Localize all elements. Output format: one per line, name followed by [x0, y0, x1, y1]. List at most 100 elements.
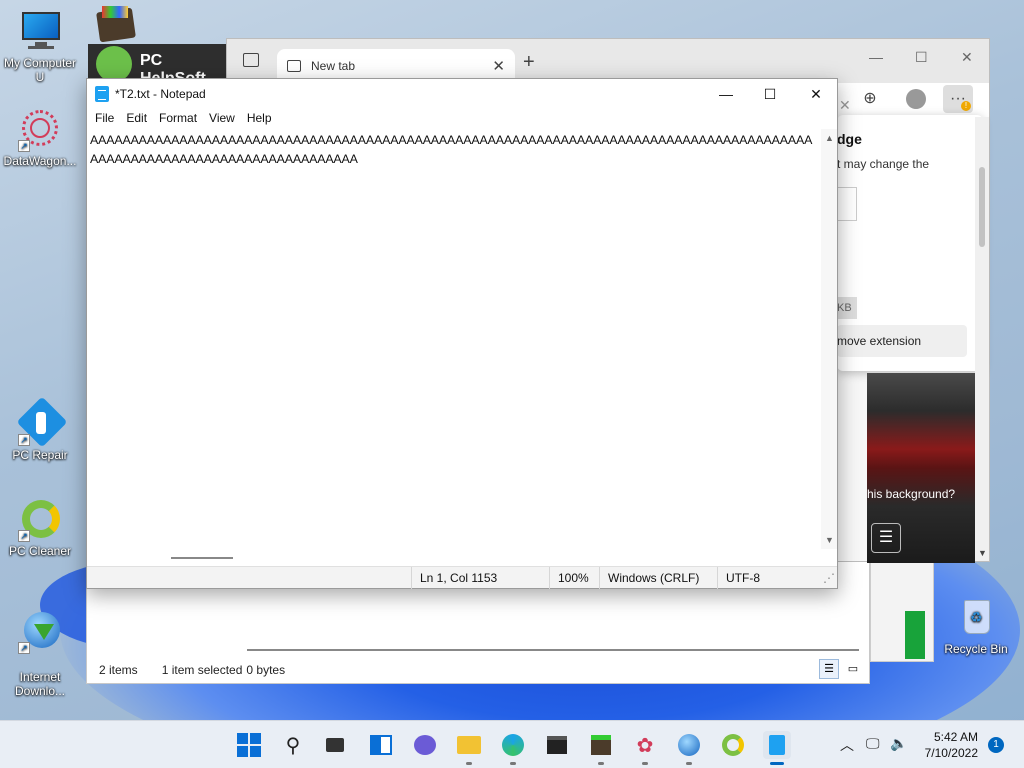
close-tab-icon[interactable]: ✕: [492, 57, 505, 75]
clock[interactable]: 5:42 AM 7/10/2022: [925, 729, 978, 761]
notification-badge[interactable]: 1: [988, 737, 1004, 753]
new-tab-button[interactable]: +: [523, 51, 535, 74]
background-image-card: his background? ☰: [867, 373, 975, 563]
close-panel-icon[interactable]: ✕: [839, 97, 851, 114]
explorer-status-bar: 2 items 1 item selected 0 bytes: [87, 657, 869, 683]
flyout-title: dge: [837, 131, 862, 147]
edge-tab-bar: New tab ✕ + — ☐ ✕: [227, 39, 989, 83]
task-view-icon[interactable]: [321, 731, 349, 759]
tab-actions-icon[interactable]: [243, 53, 259, 67]
notepad-window[interactable]: *T2.txt - Notepad — ☐ ✕ File Edit Format…: [86, 78, 838, 589]
running-indicator: [642, 762, 648, 765]
menu-file[interactable]: File: [89, 109, 120, 129]
internet-download-taskbar-icon[interactable]: [675, 731, 703, 765]
start-button[interactable]: [235, 731, 263, 759]
desktop-icon-pc-cleaner[interactable]: ↗ PC Cleaner: [0, 498, 80, 558]
taskbar: ⚲ ✿ ︿ 🖵 🔈 5:42 AM 7/10/2022 1: [0, 720, 1024, 768]
warning-badge: !: [961, 101, 971, 111]
pc-repair-icon: ↗: [16, 396, 68, 448]
green-bar: [905, 611, 925, 659]
remove-extension-button[interactable]: move extension: [837, 325, 967, 357]
desktop-icon-label: PC Repair: [12, 448, 68, 462]
cursor-position: Ln 1, Col 1153: [411, 567, 549, 589]
notepad-app-icon: [95, 86, 109, 102]
tab-label: New tab: [311, 59, 356, 73]
menu-format[interactable]: Format: [153, 109, 203, 129]
edge-icon[interactable]: [499, 731, 527, 765]
extension-flyout: dge t may change the move extension: [837, 115, 983, 371]
menu-help[interactable]: Help: [241, 109, 278, 129]
clock-date: 7/10/2022: [924, 746, 978, 760]
widgets-icon[interactable]: [367, 731, 395, 759]
show-hidden-icons-chevron-icon[interactable]: ︿: [840, 735, 854, 755]
windows-logo-icon: [237, 733, 261, 757]
horizontal-scrollbar[interactable]: [247, 649, 859, 653]
desktop-icon-internet-download[interactable]: ↗ Internet Downlo...: [0, 596, 80, 698]
menu-edit[interactable]: Edit: [120, 109, 153, 129]
scroll-down-arrow-icon[interactable]: ▼: [978, 548, 987, 558]
flyout-description: t may change the: [837, 157, 930, 171]
globe-download-icon: ↗: [18, 610, 62, 654]
search-icon[interactable]: ⚲: [279, 731, 307, 759]
pc-helpsoft-taskbar-icon[interactable]: [587, 731, 615, 765]
scroll-thumb[interactable]: [171, 557, 233, 559]
running-indicator: [510, 762, 516, 765]
desktop-icon-datawagon[interactable]: ↗ DataWagon...: [0, 108, 80, 168]
edge-vertical-scrollbar[interactable]: ▼: [975, 117, 989, 561]
close-window-icon[interactable]: ✕: [961, 49, 973, 66]
maximize-icon[interactable]: ☐: [915, 49, 928, 66]
leaf-icon: [96, 46, 132, 80]
scroll-up-arrow-icon[interactable]: ▲: [825, 133, 834, 143]
desktop-icon-label: Recycle Bin: [944, 642, 1008, 656]
menu-view[interactable]: View: [203, 109, 241, 129]
search-box-fragment[interactable]: [837, 187, 857, 221]
shortcut-arrow-icon: ↗: [18, 642, 30, 654]
background-question: his background?: [867, 487, 956, 501]
zoom-level: 100%: [549, 567, 599, 589]
scroll-thumb[interactable]: [979, 167, 985, 247]
notepad-title-bar[interactable]: *T2.txt - Notepad — ☐ ✕: [87, 79, 837, 109]
resize-grip-icon[interactable]: ⋰: [823, 567, 837, 589]
volume-icon[interactable]: 🔈: [890, 735, 907, 752]
line-ending: Windows (CRLF): [599, 567, 717, 589]
notepad-status-bar: Ln 1, Col 1153 100% Windows (CRLF) UTF-8…: [87, 566, 837, 589]
desktop-icon-pc-repair[interactable]: ↗ PC Repair: [0, 396, 80, 462]
pc-cleaner-taskbar-icon[interactable]: [719, 731, 747, 759]
desktop-icon-label: DataWagon...: [3, 154, 77, 168]
horizontal-scrollbar[interactable]: [87, 549, 821, 565]
items-count: 2 items: [99, 663, 138, 677]
hamburger-menu-icon[interactable]: ☰: [871, 523, 901, 553]
desktop-icon-my-computer[interactable]: My Computer U: [0, 10, 80, 84]
selected-size: 0 bytes: [246, 663, 286, 677]
clock-time: 5:42 AM: [933, 730, 978, 744]
details-view-icon[interactable]: ☰: [819, 659, 839, 679]
settings-more-button[interactable]: ···!: [943, 85, 973, 113]
pc-cleaner-icon: ↗: [18, 498, 62, 542]
monitor-icon: [18, 10, 62, 54]
close-icon[interactable]: ✕: [793, 79, 839, 109]
datawagon-taskbar-icon[interactable]: ✿: [631, 731, 659, 765]
network-icon[interactable]: 🖵: [866, 735, 880, 752]
store-icon[interactable]: [543, 731, 571, 759]
tiles-view-icon[interactable]: ▭: [843, 659, 863, 679]
file-explorer-icon[interactable]: [455, 731, 483, 765]
background-window-fragment: [870, 562, 934, 662]
running-indicator: [686, 762, 692, 765]
maximize-icon[interactable]: ☐: [747, 79, 793, 109]
encoding: UTF-8: [717, 567, 817, 589]
profile-icon[interactable]: [901, 85, 931, 113]
notepad-taskbar-icon[interactable]: [763, 731, 791, 765]
desktop-icon-recycle-bin[interactable]: ♻ Recycle Bin: [936, 596, 1016, 656]
minimize-icon[interactable]: —: [703, 79, 749, 109]
vertical-scrollbar[interactable]: ▲ ▼: [821, 129, 837, 549]
pc-helpsoft-icon[interactable]: [92, 6, 140, 46]
running-indicator: [598, 762, 604, 765]
chat-icon[interactable]: [411, 731, 439, 759]
active-indicator: [770, 762, 784, 765]
scroll-down-arrow-icon[interactable]: ▼: [825, 535, 834, 545]
shortcut-arrow-icon: ↗: [18, 530, 30, 542]
collections-icon[interactable]: ⊕: [855, 85, 885, 113]
minimize-icon[interactable]: —: [869, 49, 883, 65]
text-editor[interactable]: AAAAAAAAAAAAAAAAAAAAAAAAAAAAAAAAAAAAAAAA…: [87, 129, 823, 549]
desktop-icon-label: PC Cleaner: [8, 544, 72, 558]
